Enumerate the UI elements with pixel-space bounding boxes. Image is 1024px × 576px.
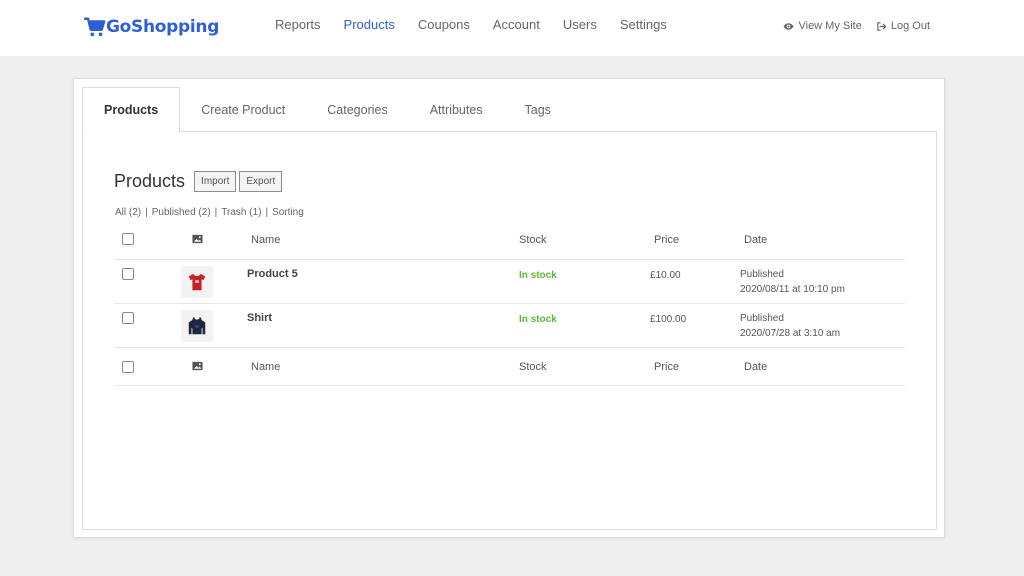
table-footer-row: Name Stock Price Date [114, 348, 905, 386]
red-tshirt-icon [188, 273, 206, 291]
column-price-footer[interactable]: Price [654, 361, 679, 373]
tab-products[interactable]: Products [82, 87, 181, 133]
column-stock: Stock [519, 234, 547, 246]
log-out-link[interactable]: Log Out [876, 20, 930, 32]
stock-status: In stock [519, 314, 557, 325]
product-date: Published 2020/08/11 at 10:10 pm [740, 267, 845, 297]
select-all-checkbox[interactable] [122, 233, 134, 245]
nav-settings[interactable]: Settings [620, 17, 667, 32]
tab-create-product[interactable]: Create Product [180, 87, 306, 132]
page-title: Products [114, 171, 186, 191]
stock-status: In stock [519, 270, 557, 281]
product-date: Published 2020/07/28 at 3:10 am [740, 311, 840, 341]
table-row: Shirt In stock £100.00 Published 2020/07… [114, 304, 905, 348]
publish-status: Published [740, 313, 784, 324]
select-all-checkbox-footer[interactable] [122, 361, 134, 373]
nav-reports[interactable]: Reports [275, 17, 321, 32]
column-price[interactable]: Price [654, 234, 679, 246]
view-my-site-label: View My Site [798, 20, 862, 32]
column-name[interactable]: Name [251, 234, 280, 246]
shopping-cart-icon [84, 17, 106, 37]
filter-separator: | [265, 207, 269, 218]
image-icon [192, 234, 203, 244]
nav-account[interactable]: Account [493, 17, 540, 32]
filter-trash[interactable]: Trash (1) [221, 207, 261, 218]
navy-hoodie-icon [188, 316, 206, 335]
column-name-footer[interactable]: Name [251, 361, 280, 373]
product-name-link[interactable]: Product 5 [247, 268, 298, 280]
column-stock-footer: Stock [519, 361, 547, 373]
products-panel: Products Create Product Categories Attri… [73, 78, 945, 538]
filter-separator: | [145, 207, 148, 218]
filter-separator: | [214, 207, 218, 218]
nav-products[interactable]: Products [344, 17, 395, 32]
view-my-site-link[interactable]: View My Site [783, 20, 862, 32]
sign-out-icon [877, 21, 887, 31]
row-checkbox[interactable] [122, 312, 134, 324]
filter-sorting[interactable]: Sorting [272, 207, 304, 218]
main-nav: Reports Products Coupons Account Users S… [275, 17, 690, 32]
eye-icon [783, 22, 795, 30]
publish-date: 2020/07/28 at 3:10 am [740, 328, 841, 339]
publish-date: 2020/08/11 at 10:10 pm [740, 284, 845, 295]
product-thumbnail[interactable] [181, 310, 213, 342]
log-out-label: Log Out [890, 20, 930, 32]
product-price: £100.00 [650, 314, 687, 325]
top-header: GoShopping Reports Products Coupons Acco… [0, 0, 1024, 56]
products-table: Name Stock Price Date Product 5 In stock… [114, 225, 905, 386]
product-tabs: Products Create Product Categories Attri… [82, 87, 572, 133]
product-name-link[interactable]: Shirt [247, 312, 272, 324]
filter-all[interactable]: All (2) [115, 207, 141, 218]
tab-attributes[interactable]: Attributes [409, 87, 504, 132]
nav-coupons[interactable]: Coupons [418, 17, 470, 32]
table-row: Product 5 In stock £10.00 Published 2020… [114, 260, 905, 304]
column-date[interactable]: Date [744, 234, 767, 246]
products-heading-row: Products Import Export [114, 171, 285, 192]
brand-name: GoShopping [106, 17, 220, 37]
product-price: £10.00 [650, 270, 681, 281]
column-date-footer[interactable]: Date [744, 361, 767, 373]
brand-logo[interactable]: GoShopping [84, 14, 219, 40]
export-button[interactable]: Export [239, 171, 283, 192]
row-checkbox[interactable] [122, 268, 134, 280]
publish-status: Published [740, 269, 784, 280]
import-button[interactable]: Import [194, 171, 237, 192]
header-actions: View My Site Log Out [769, 20, 930, 32]
nav-users[interactable]: Users [563, 17, 597, 32]
image-icon [192, 361, 203, 371]
tab-categories[interactable]: Categories [306, 87, 408, 132]
table-header-row: Name Stock Price Date [114, 225, 905, 260]
tab-tags[interactable]: Tags [504, 87, 572, 132]
filter-published[interactable]: Published (2) [152, 207, 211, 218]
status-filters: All (2) | Published (2) | Trash (1) | Sorting [115, 207, 304, 218]
product-thumbnail[interactable] [181, 266, 213, 298]
